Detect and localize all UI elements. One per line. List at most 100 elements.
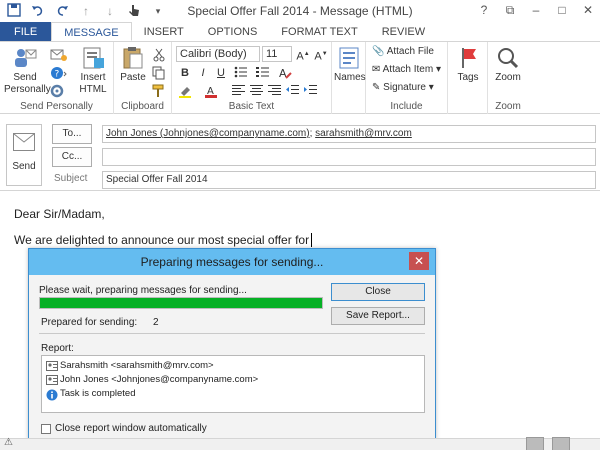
bold-button[interactable]: B [178, 66, 192, 80]
shrink-font-icon[interactable]: A▼ [314, 47, 328, 63]
flag-icon [455, 46, 481, 70]
title-bar: ↑ ↓ ▾ Special Offer Fall 2014 - Message … [0, 0, 600, 22]
bullets-icon[interactable] [234, 66, 248, 80]
group-names: Names [332, 42, 366, 114]
status-bar-icons [526, 437, 570, 450]
minimize-button[interactable]: – [528, 2, 544, 18]
prepared-count: 2 [153, 317, 159, 328]
sp-help-icon[interactable]: ? [50, 66, 68, 83]
tags-button[interactable]: Tags [452, 46, 484, 84]
subject-field[interactable]: Special Offer Fall 2014 [102, 171, 596, 189]
clear-formatting-icon[interactable]: A [278, 66, 292, 80]
align-center-icon[interactable] [250, 84, 264, 98]
grow-font-icon[interactable]: A▲ [296, 47, 310, 63]
paperclip-icon: 📎 [372, 46, 385, 57]
tab-format-text[interactable]: FORMAT TEXT [269, 22, 369, 41]
tab-review[interactable]: REVIEW [370, 22, 437, 41]
list-item: Sarahsmith <sarahsmith@mrv.com> [46, 360, 214, 371]
group-include: 📎 Attach File ✉ Attach Item ▾ ✎ Signatur… [366, 42, 448, 114]
status-bar: ⚠ [0, 437, 600, 450]
cut-icon[interactable] [152, 48, 166, 65]
cc-button[interactable]: Cc... [52, 147, 92, 167]
list-item: Task is completed [46, 388, 136, 400]
zoom-button[interactable]: Zoom [492, 46, 524, 84]
contact-card-icon [46, 360, 58, 371]
contact-photo-icon[interactable] [552, 437, 570, 450]
numbering-icon[interactable] [256, 66, 270, 80]
progress-fill [40, 298, 322, 308]
group-tags: Tags [448, 42, 488, 114]
auto-close-checkbox[interactable] [41, 423, 51, 434]
svg-text:A: A [279, 67, 287, 80]
align-left-icon[interactable] [232, 84, 246, 98]
font-name-select[interactable]: Calibri (Body) [176, 46, 260, 62]
send-button[interactable]: Send [6, 124, 42, 186]
ribbon-display-button[interactable]: ⧉ [502, 2, 518, 18]
warning-icon: ⚠ [4, 437, 13, 448]
font-color-icon[interactable]: A [204, 84, 218, 98]
to-field[interactable]: John Jones (Johnjones@companyname.com); … [102, 125, 596, 143]
insert-html-icon [80, 46, 106, 70]
ribbon-tabs: FILE MESSAGE INSERT OPTIONS FORMAT TEXT … [0, 22, 600, 42]
magnifier-icon [495, 46, 521, 70]
paste-icon [120, 46, 146, 70]
signature-icon: ✎ [372, 82, 381, 93]
dialog-close-icon[interactable]: ✕ [409, 252, 429, 270]
tab-options[interactable]: OPTIONS [196, 22, 270, 41]
prepared-label: Prepared for sending: [41, 317, 138, 328]
send-envelope-icon [13, 133, 35, 151]
body-line-1: We are delighted to announce our most sp… [14, 233, 316, 247]
sp-options-icon[interactable] [50, 48, 68, 65]
help-button[interactable]: ? [476, 2, 492, 18]
auto-close-option[interactable]: Close report window automatically [41, 423, 207, 434]
text-cursor [311, 233, 316, 247]
preparing-dialog: Preparing messages for sending... ✕ Plea… [28, 248, 436, 440]
increase-indent-icon[interactable] [304, 84, 318, 98]
compose-header: Send To... John Jones (Johnjones@company… [0, 114, 600, 190]
group-clipboard: Paste Clipboard [114, 42, 172, 114]
group-send-personally: Send Personally ? Insert HTML Send Perso… [0, 42, 114, 114]
attach-item-icon: ✉ [372, 64, 381, 75]
save-report-button[interactable]: Save Report... [331, 307, 425, 325]
copy-icon[interactable] [152, 66, 166, 83]
progress-bar [39, 297, 323, 309]
to-recipient-1[interactable]: John Jones (Johnjones@companyname.com) [106, 128, 310, 139]
insert-html-button[interactable]: Insert HTML [74, 46, 112, 96]
underline-button[interactable]: U [214, 66, 228, 80]
dialog-close-button[interactable]: Close [331, 283, 425, 301]
cc-field[interactable] [102, 148, 596, 166]
subject-label: Subject [54, 173, 88, 184]
group-zoom: Zoom Zoom [488, 42, 528, 114]
ribbon: Send Personally ? Insert HTML Send Perso… [0, 42, 600, 114]
tab-message[interactable]: MESSAGE [51, 22, 132, 41]
highlight-icon[interactable] [178, 84, 192, 98]
window-controls: ? ⧉ – □ ✕ [476, 2, 596, 18]
sp-settings-icon[interactable] [50, 84, 68, 101]
body-greeting: Dear Sir/Madam, [14, 207, 105, 221]
to-button[interactable]: To... [52, 124, 92, 144]
format-painter-icon[interactable] [152, 84, 166, 101]
send-personally-icon [12, 46, 38, 70]
to-recipient-2[interactable]: sarahsmith@mrv.com [315, 128, 412, 139]
signature-button[interactable]: ✎ Signature ▾ [372, 82, 434, 93]
tab-file[interactable]: FILE [0, 22, 52, 41]
contact-card-icon [46, 374, 58, 385]
report-list[interactable]: Sarahsmith <sarahsmith@mrv.com> John Jon… [41, 355, 425, 413]
names-button[interactable]: Names [334, 46, 366, 84]
report-label: Report: [41, 343, 74, 354]
align-right-icon[interactable] [268, 84, 282, 98]
close-button[interactable]: ✕ [580, 2, 596, 18]
maximize-button[interactable]: □ [554, 2, 570, 18]
font-size-select[interactable]: 11 [262, 46, 292, 62]
send-personally-button[interactable]: Send Personally [4, 46, 51, 96]
info-icon [46, 389, 58, 400]
attach-item-button[interactable]: ✉ Attach Item ▾ [372, 64, 441, 75]
italic-button[interactable]: I [196, 66, 210, 80]
paste-button[interactable]: Paste [118, 46, 148, 84]
dialog-message: Please wait, preparing messages for send… [39, 285, 247, 296]
tab-insert[interactable]: INSERT [132, 22, 196, 41]
attach-file-button[interactable]: 📎 Attach File [372, 46, 434, 57]
dialog-title: Preparing messages for sending... [29, 249, 435, 275]
decrease-indent-icon[interactable] [286, 84, 300, 98]
people-pane-icon[interactable] [526, 437, 544, 450]
